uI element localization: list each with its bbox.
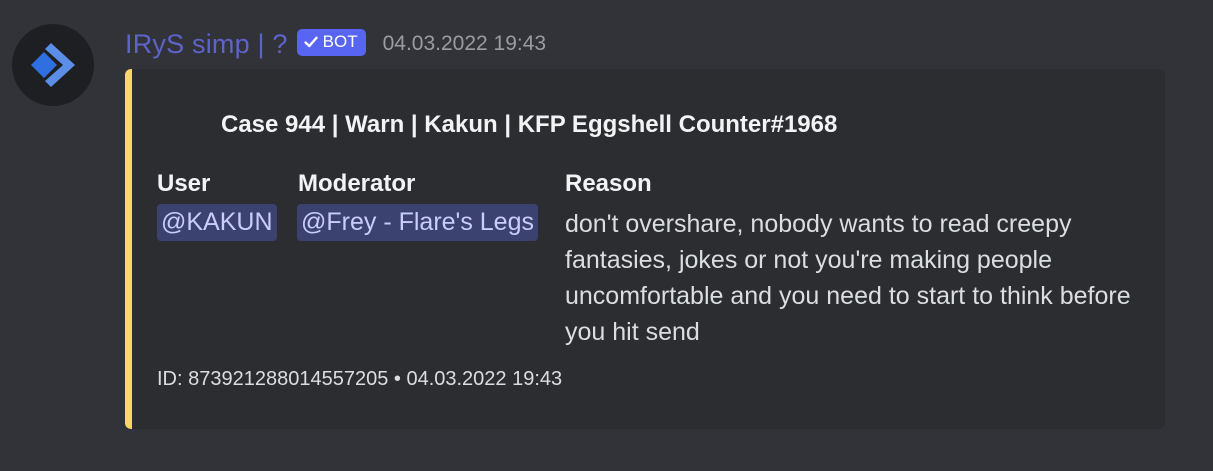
chevron-right-diamond-icon (31, 43, 75, 87)
bot-badge: BOT (296, 28, 366, 56)
reason-value: don't overshare, nobody wants to read cr… (565, 210, 1131, 346)
field-name-moderator: Moderator (298, 170, 416, 197)
embed-card: Case 944 | Warn | Kakun | KFP Eggshell C… (125, 69, 1165, 429)
field-name-reason: Reason (565, 170, 652, 197)
checkmark-icon (303, 36, 318, 48)
author-username[interactable]: IRyS simp | ? (125, 29, 288, 60)
message-header: IRyS simp | ? BOT 04.03.2022 19:43 (125, 24, 546, 64)
embed-title: Case 944 | Warn | Kakun | KFP Eggshell C… (221, 111, 838, 138)
user-mention[interactable]: @KAKUN (157, 204, 277, 241)
embed-footer: ID: 873921288014557205 • 04.03.2022 19:4… (157, 368, 563, 390)
bot-avatar[interactable] (12, 24, 94, 106)
field-name-user: User (157, 170, 211, 197)
moderator-mention[interactable]: @Frey - Flare's Legs (297, 204, 538, 241)
chat-message: IRyS simp | ? BOT 04.03.2022 19:43 Case … (0, 0, 1213, 471)
bot-badge-label: BOT (322, 32, 358, 51)
message-timestamp[interactable]: 04.03.2022 19:43 (383, 32, 547, 56)
